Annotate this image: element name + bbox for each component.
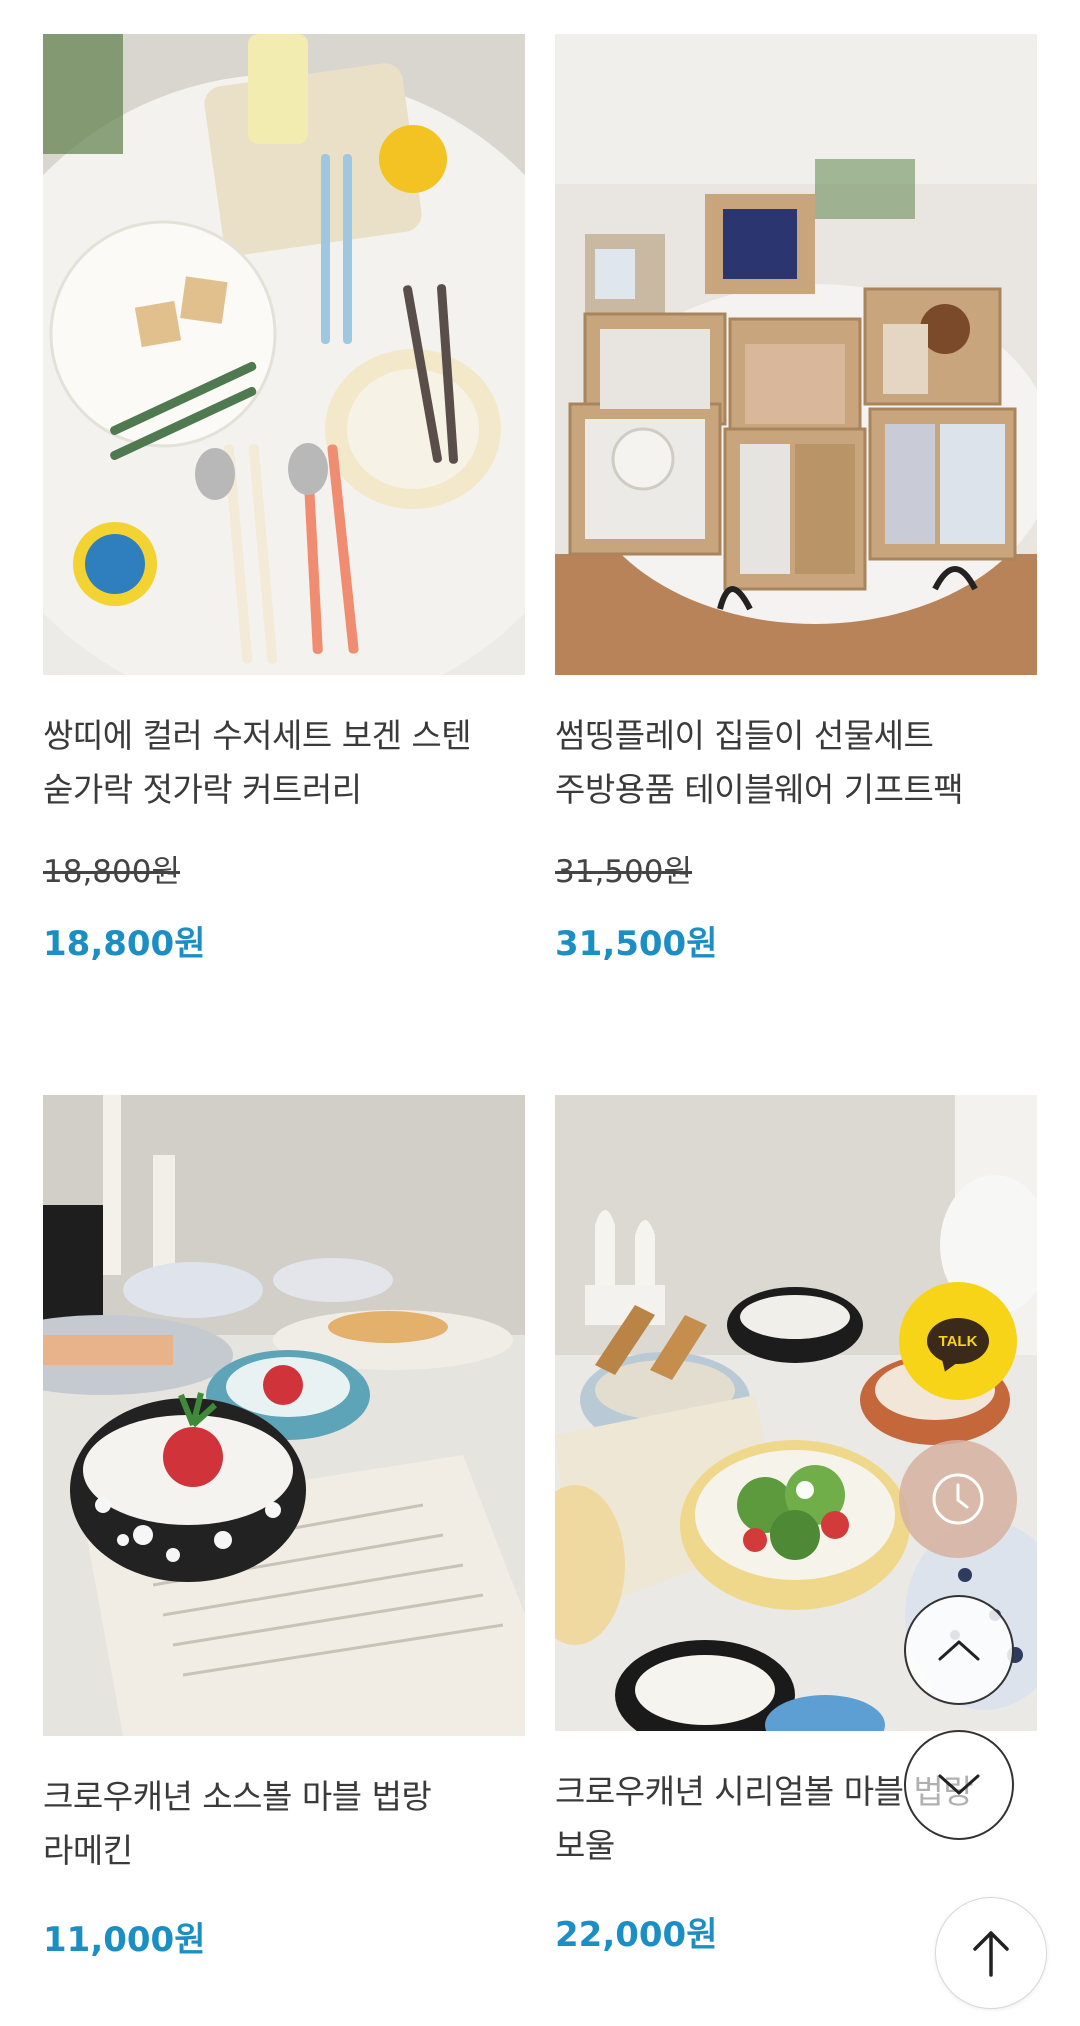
product-card[interactable]: 크로우캐년 소스볼 마블 법랑 라메킨 11,000원 [43,1095,525,1962]
arrow-up-icon [973,1931,1009,1977]
original-price: 31,500원 [555,854,692,890]
chevron-up-icon [938,1640,980,1661]
product-grid: 쌍띠에 컬러 수저세트 보겐 스텐 숟가락 젓가락 커트러리 18,800원 1… [0,0,1080,2026]
scroll-down-button[interactable] [904,1730,1014,1840]
product-card[interactable]: 썸띵플레이 집들이 선물세트 주방용품 테이블웨어 기프트팩 31,500원 3… [555,34,1037,966]
product-image[interactable] [43,34,525,675]
scroll-up-button[interactable] [904,1595,1014,1705]
clock-icon [932,1473,984,1525]
talk-icon: TALK [927,1318,989,1364]
recent-view-button[interactable] [899,1440,1017,1558]
sale-price: 11,000원 [43,1920,206,1960]
sale-price: 31,500원 [555,924,718,964]
product-title[interactable]: 썸띵플레이 집들이 선물세트 주방용품 테이블웨어 기프트팩 [555,709,1037,817]
chevron-down-icon [938,1774,980,1795]
product-image[interactable] [43,1095,525,1736]
product-title[interactable]: 쌍띠에 컬러 수저세트 보겐 스텐 숟가락 젓가락 커트러리 [43,709,525,817]
kakao-talk-button[interactable]: TALK [899,1282,1017,1400]
product-image[interactable] [555,34,1037,675]
sale-price: 18,800원 [43,924,206,964]
scroll-to-top-button[interactable] [935,1897,1047,2009]
product-title[interactable]: 크로우캐년 소스볼 마블 법랑 라메킨 [43,1770,525,1878]
original-price: 18,800원 [43,854,180,890]
product-card[interactable]: 쌍띠에 컬러 수저세트 보겐 스텐 숟가락 젓가락 커트러리 18,800원 1… [43,34,525,966]
